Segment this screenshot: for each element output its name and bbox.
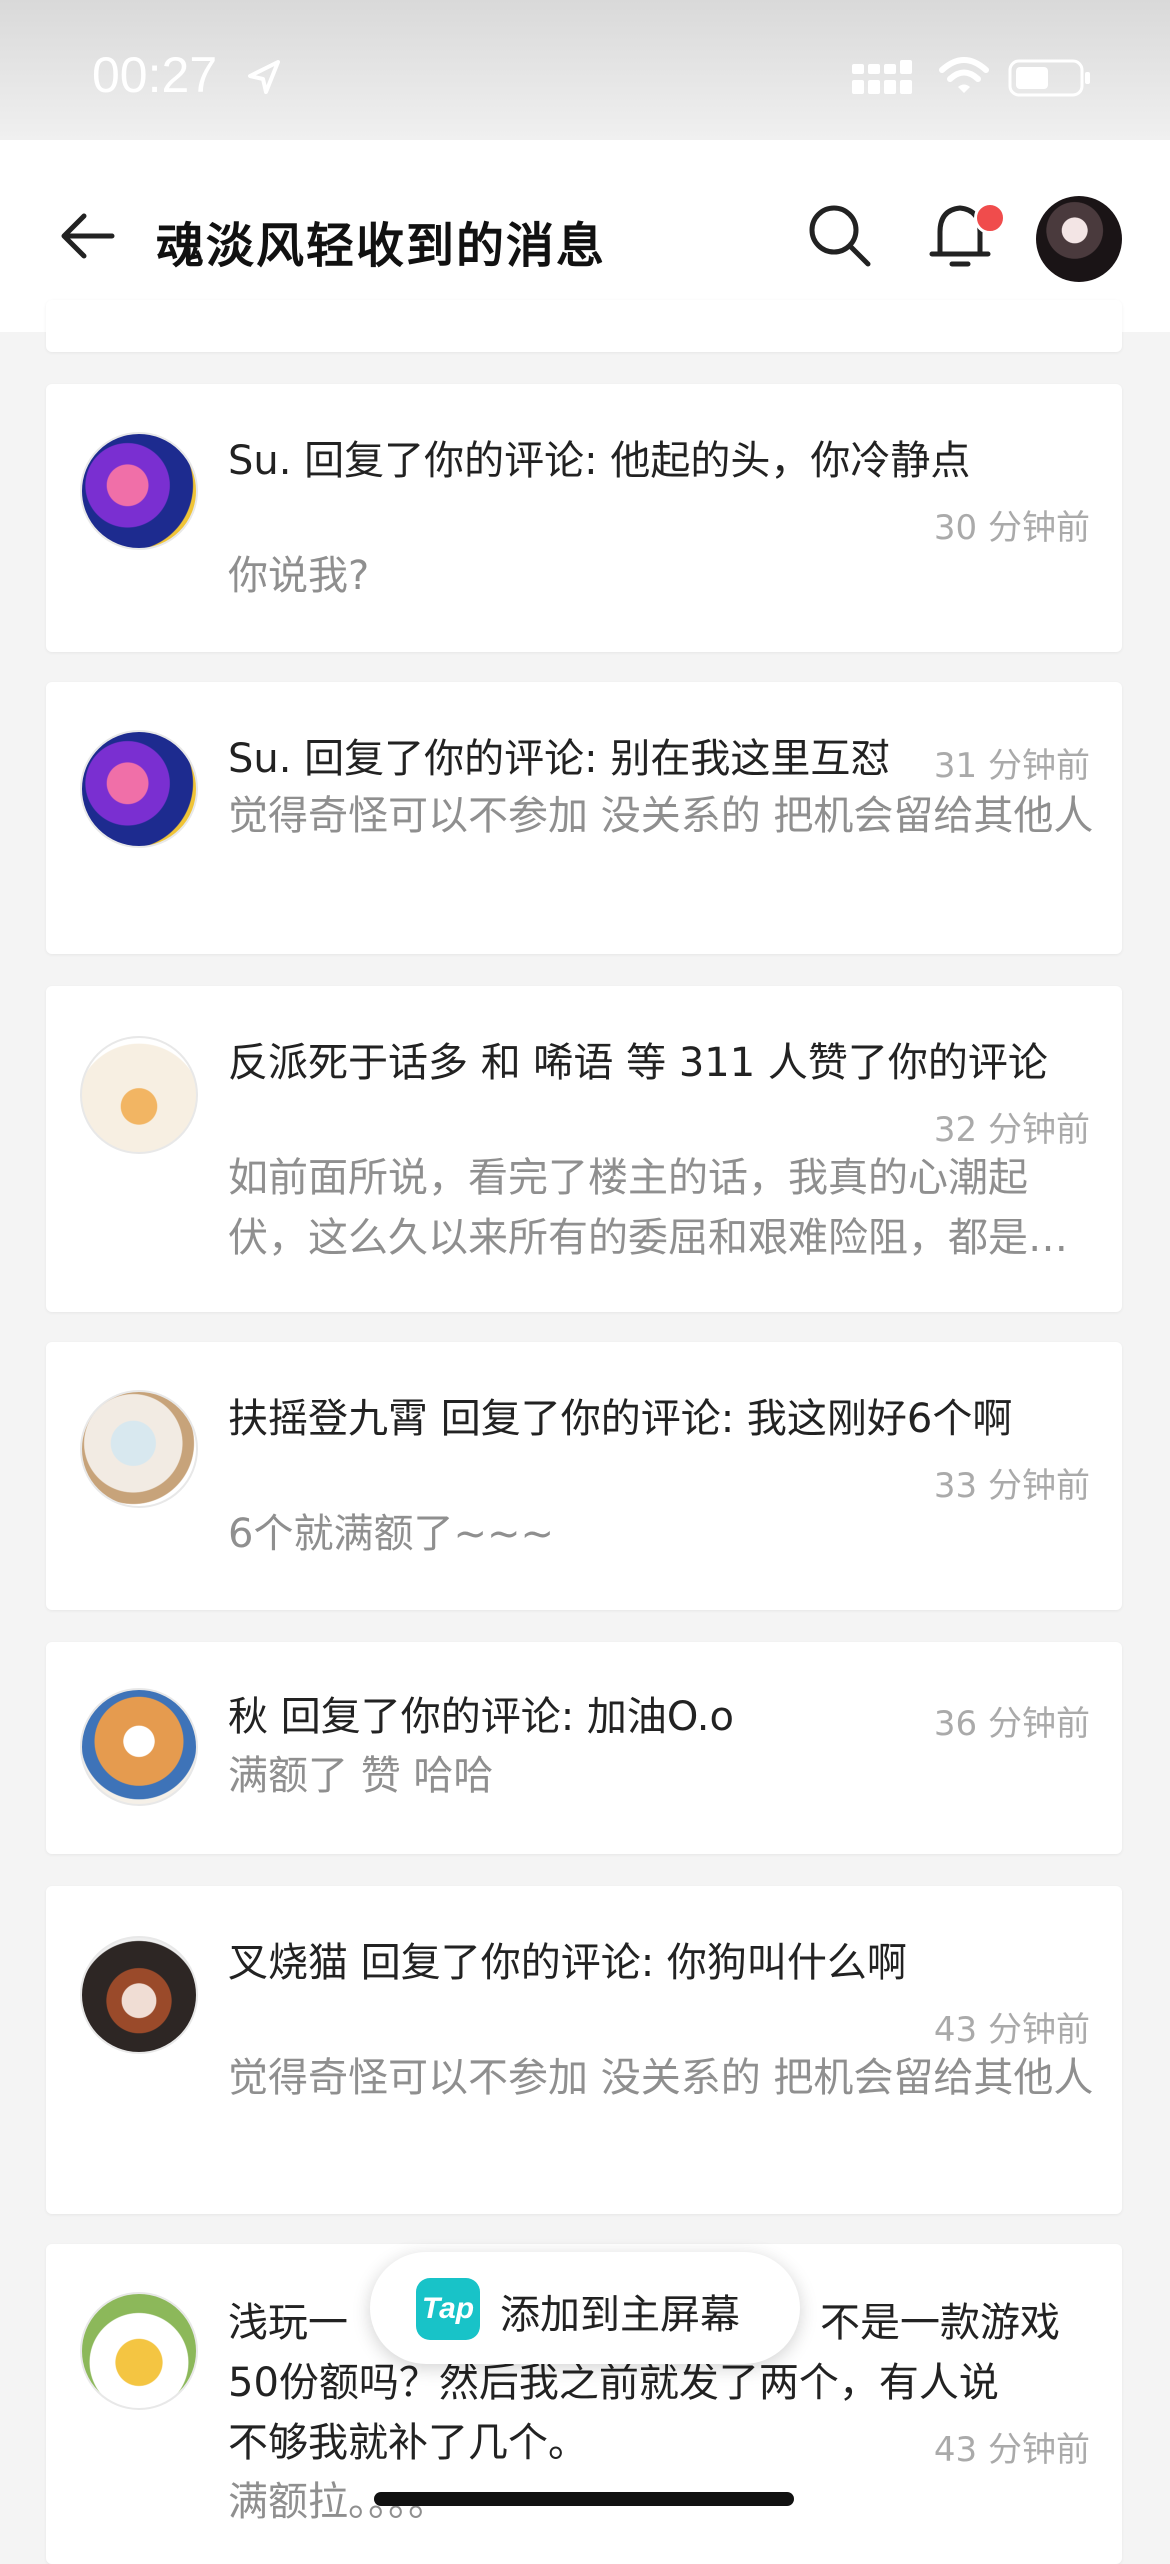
toast-label: 添加到主屏幕: [500, 2292, 740, 2338]
cellular-signal-icon: [852, 60, 912, 94]
user-avatar[interactable]: [80, 2292, 198, 2410]
message-title: 叉烧猫 回复了你的评论: 你狗叫什么啊: [228, 1940, 907, 1986]
message-body: 觉得奇怪可以不参加 没关系的 把机会留给其他人: [228, 793, 1094, 839]
message-time: 30 分钟前: [933, 508, 1090, 548]
notification-bell-button[interactable]: [924, 196, 1006, 276]
message-card[interactable]: Su. 回复了你的评论: 他起的头，你冷静点 30 分钟前 你说我?: [46, 384, 1122, 652]
message-title-line: 不是一款游戏: [820, 2300, 1060, 2346]
list-item-partial: [46, 300, 1122, 352]
message-title: 扶摇登九霄 回复了你的评论: 我这刚好6个啊: [228, 1396, 1013, 1442]
status-bar: 00:27: [0, 0, 1170, 140]
message-card[interactable]: Su. 回复了你的评论: 别在我这里互怼 31 分钟前 觉得奇怪可以不参加 没关…: [46, 682, 1122, 954]
message-title: Su. 回复了你的评论: 别在我这里互怼: [228, 736, 891, 782]
message-time: 33 分钟前: [933, 1466, 1090, 1506]
message-title-line: 不够我就补了几个。: [228, 2420, 588, 2466]
user-avatar[interactable]: [80, 1688, 198, 1806]
message-card[interactable]: 叉烧猫 回复了你的评论: 你狗叫什么啊 43 分钟前 觉得奇怪可以不参加 没关系…: [46, 1886, 1122, 2214]
message-card[interactable]: 扶摇登九霄 回复了你的评论: 我这刚好6个啊 33 分钟前 6个就满额了~~~: [46, 1342, 1122, 1610]
status-time: 00:27: [92, 47, 218, 103]
message-time: 43 分钟前: [933, 2010, 1090, 2050]
message-title: Su. 回复了你的评论: 他起的头，你冷静点: [228, 438, 971, 484]
back-arrow-icon[interactable]: [56, 204, 120, 268]
message-time: 31 分钟前: [933, 746, 1090, 786]
user-avatar[interactable]: [80, 1936, 198, 2054]
battery-icon: [1008, 59, 1090, 97]
home-indicator[interactable]: [374, 2492, 794, 2506]
message-title-line: 浅玩一: [228, 2300, 348, 2346]
search-icon[interactable]: [804, 200, 876, 272]
message-card[interactable]: 反派死于话多 和 唏语 等 311 人赞了你的评论 32 分钟前 如前面所说，看…: [46, 986, 1122, 1312]
page-title: 魂淡风轻收到的消息: [156, 218, 607, 274]
taptap-logo-icon: Tap: [416, 2278, 480, 2340]
message-title: 反派死于话多 和 唏语 等 311 人赞了你的评论: [228, 1040, 1048, 1086]
location-arrow-icon: [248, 60, 280, 94]
message-body: 你说我?: [228, 553, 370, 599]
add-to-home-screen-toast[interactable]: Tap 添加到主屏幕: [370, 2252, 800, 2364]
user-avatar[interactable]: [80, 432, 198, 550]
message-body: 如前面所说，看完了楼主的话，我真的心潮起伏，这么久以来所有的委屈和艰难险阻，都是…: [228, 1155, 1068, 1261]
user-avatar[interactable]: [80, 1036, 198, 1154]
message-time: 36 分钟前: [933, 1704, 1090, 1744]
message-title: 秋 回复了你的评论: 加油O.o: [228, 1694, 734, 1740]
message-time: 43 分钟前: [933, 2430, 1090, 2470]
notification-badge-dot: [974, 202, 1006, 234]
profile-avatar[interactable]: [1036, 196, 1122, 282]
message-body: 6个就满额了~~~: [228, 1511, 554, 1557]
message-body: 觉得奇怪可以不参加 没关系的 把机会留给其他人: [228, 2055, 1094, 2101]
message-body: 满额了 赞 哈哈: [228, 1753, 494, 1799]
user-avatar[interactable]: [80, 730, 198, 848]
wifi-icon: [939, 57, 989, 93]
message-time: 32 分钟前: [933, 1110, 1090, 1150]
user-avatar[interactable]: [80, 1390, 198, 1508]
message-card[interactable]: 秋 回复了你的评论: 加油O.o 36 分钟前 满额了 赞 哈哈: [46, 1642, 1122, 1854]
